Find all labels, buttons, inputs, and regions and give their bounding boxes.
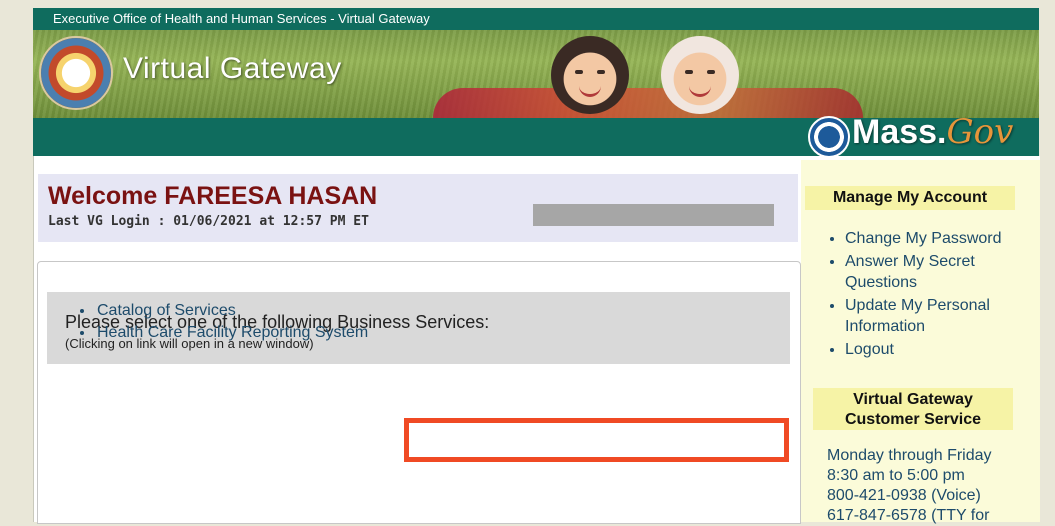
massachusetts-seal-icon [808, 116, 850, 158]
last-login-text: Last VG Login : 01/06/2021 at 12:57 PM E… [48, 214, 369, 229]
welcome-panel: Welcome FAREESA HASAN Last VG Login : 01… [38, 174, 798, 242]
mass-gov-logo[interactable]: Mass.Gov [852, 112, 1013, 152]
child-face-image [661, 36, 739, 114]
catalog-of-services-link[interactable]: Catalog of Services [97, 302, 236, 319]
health-care-facility-reporting-link[interactable]: Health Care Facility Reporting System [97, 324, 368, 341]
mass-logo-main: Mass. [852, 113, 947, 151]
site-title: Virtual Gateway [123, 52, 342, 85]
cs-header-line2: Customer Service [844, 411, 982, 428]
cs-voice-phone: 800-421-0938 (Voice) [827, 487, 981, 504]
list-item: Change My Password [845, 228, 1045, 249]
list-item: Logout [845, 339, 1045, 360]
manage-account-list: Change My Password Answer My Secret Ques… [827, 228, 1045, 362]
customer-service-info: Monday through Friday 8:30 am to 5:00 pm… [827, 446, 992, 526]
mass-logo-gov: Gov [946, 112, 1014, 152]
services-list: Catalog of Services Health Care Facility… [79, 300, 368, 344]
logout-link[interactable]: Logout [845, 341, 894, 358]
answer-secret-questions-link[interactable]: Answer My Secret Questions [845, 253, 975, 291]
highlight-annotation-box [404, 418, 789, 462]
list-item: Update My Personal Information [845, 295, 1045, 337]
update-personal-information-link[interactable]: Update My Personal Information [845, 297, 990, 335]
child-face-image [551, 36, 629, 114]
top-bar: Executive Office of Health and Human Ser… [33, 8, 1039, 30]
list-item: Answer My Secret Questions [845, 251, 1045, 293]
redacted-block [533, 204, 774, 226]
page-margin [0, 0, 33, 522]
virtual-gateway-logo[interactable] [39, 36, 113, 110]
cs-tty-phone: 617-847-6578 (TTY for [827, 507, 990, 524]
list-item: Health Care Facility Reporting System [95, 322, 368, 344]
cs-header-line1: Virtual Gateway [853, 391, 973, 408]
list-item: Catalog of Services [95, 300, 368, 322]
sidebar: Manage My Account Change My Password Ans… [801, 160, 1040, 524]
banner-photo-children [433, 88, 863, 118]
cs-hours-time: 8:30 am to 5:00 pm [827, 467, 965, 484]
cs-hours-days: Monday through Friday [827, 447, 992, 464]
manage-account-header: Manage My Account [805, 186, 1015, 210]
customer-service-header: Virtual Gateway Customer Service [813, 388, 1013, 430]
change-password-link[interactable]: Change My Password [845, 230, 1002, 247]
welcome-title: Welcome FAREESA HASAN [48, 182, 378, 210]
main-content: Welcome FAREESA HASAN Last VG Login : 01… [33, 156, 1040, 524]
top-bar-text: Executive Office of Health and Human Ser… [53, 11, 430, 26]
banner: Virtual Gateway [33, 30, 1039, 118]
